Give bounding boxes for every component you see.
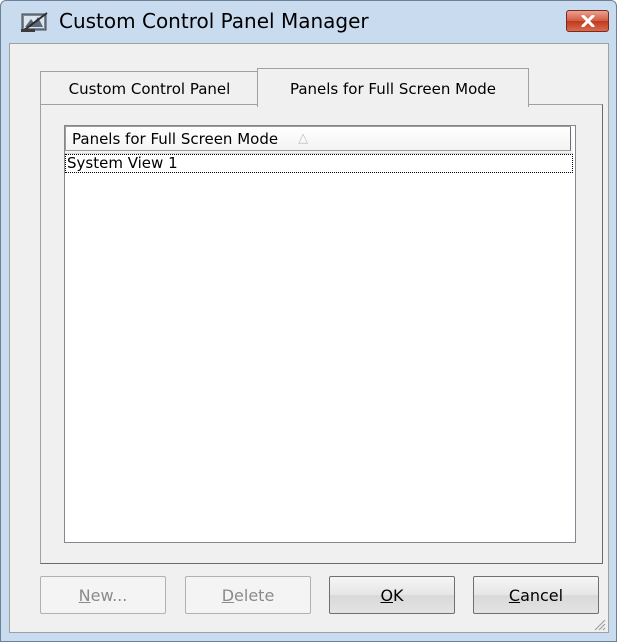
ok-button[interactable]: OK bbox=[329, 576, 455, 614]
column-header-label: Panels for Full Screen Mode bbox=[72, 129, 279, 148]
button-label: ew... bbox=[90, 585, 128, 605]
mnemonic: C bbox=[508, 585, 521, 605]
window-title: Custom Control Panel Manager bbox=[59, 9, 369, 33]
panels-list[interactable]: Panels for Full Screen Mode △ System Vie… bbox=[64, 125, 576, 543]
tab-label: Panels for Full Screen Mode bbox=[289, 80, 497, 98]
column-header-panels[interactable]: Panels for Full Screen Mode △ bbox=[65, 126, 571, 151]
button-label: elete bbox=[234, 585, 275, 605]
sort-ascending-icon: △ bbox=[298, 131, 309, 146]
tab-panels-for-full-screen-mode[interactable]: Panels for Full Screen Mode bbox=[257, 68, 529, 107]
tab-label: Custom Control Panel bbox=[68, 79, 231, 98]
cancel-button[interactable]: Cancel bbox=[473, 576, 599, 614]
delete-button[interactable]: Delete bbox=[185, 576, 311, 614]
mnemonic: N bbox=[78, 585, 91, 605]
resize-grip-icon[interactable] bbox=[592, 616, 606, 631]
tab-custom-control-panel[interactable]: Custom Control Panel bbox=[40, 71, 259, 105]
button-label: ancel bbox=[520, 585, 564, 605]
list-item[interactable]: System View 1 bbox=[65, 154, 573, 173]
mnemonic: D bbox=[221, 585, 235, 605]
title-bar[interactable]: Custom Control Panel Manager bbox=[1, 1, 616, 43]
list-header: Panels for Full Screen Mode △ bbox=[65, 126, 573, 154]
button-label: K bbox=[393, 585, 404, 605]
dialog-window: Custom Control Panel Manager Custom Cont… bbox=[0, 0, 617, 642]
tab-panel: Panels for Full Screen Mode △ System Vie… bbox=[40, 104, 603, 564]
close-x-icon bbox=[581, 12, 595, 31]
control-panel-app-icon bbox=[21, 11, 49, 33]
mnemonic: O bbox=[380, 585, 394, 605]
dialog-client-area: Custom Control Panel Panels for Full Scr… bbox=[9, 43, 609, 633]
new-button[interactable]: New... bbox=[40, 576, 166, 614]
close-button[interactable] bbox=[566, 10, 609, 32]
list-item-label: System View 1 bbox=[67, 154, 178, 172]
